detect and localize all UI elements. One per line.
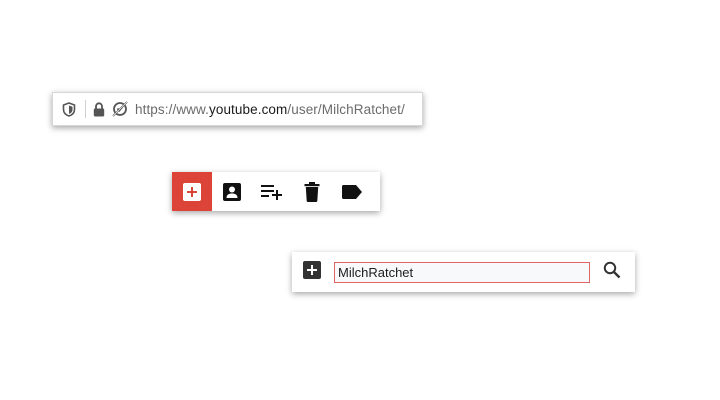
search-field[interactable]: [334, 261, 590, 283]
url-text[interactable]: https://www.youtube.com/user/MilchRatche…: [135, 102, 405, 117]
delete-button[interactable]: [292, 172, 332, 211]
search-panel: [292, 252, 635, 292]
search-input[interactable]: [338, 264, 589, 280]
shield-icon[interactable]: [61, 101, 77, 117]
search-button[interactable]: [602, 261, 622, 284]
url-path: /user/MilchRatchet/: [287, 101, 405, 117]
playlist-add-button[interactable]: [252, 172, 292, 211]
trash-icon: [304, 181, 320, 202]
playlist-add-icon: [261, 184, 283, 200]
address-bar[interactable]: https://www.youtube.com/user/MilchRatche…: [52, 92, 423, 126]
canvas: https://www.youtube.com/user/MilchRatche…: [0, 0, 720, 400]
plus-box-icon: [303, 260, 321, 284]
permissions-blocked-icon[interactable]: [111, 100, 129, 118]
search-icon: [603, 261, 621, 284]
url-prefix: https://www.: [135, 101, 209, 117]
action-toolbar: [172, 172, 380, 211]
add-button[interactable]: [172, 172, 212, 211]
account-button[interactable]: [212, 172, 252, 211]
lock-icon[interactable]: [92, 101, 106, 117]
label-icon: [342, 184, 362, 199]
account-box-icon: [223, 182, 241, 201]
url-host: youtube.com: [208, 101, 288, 117]
label-button[interactable]: [332, 172, 372, 211]
plus-box-icon: [183, 182, 201, 201]
divider: [85, 100, 86, 118]
add-button[interactable]: [303, 260, 321, 284]
